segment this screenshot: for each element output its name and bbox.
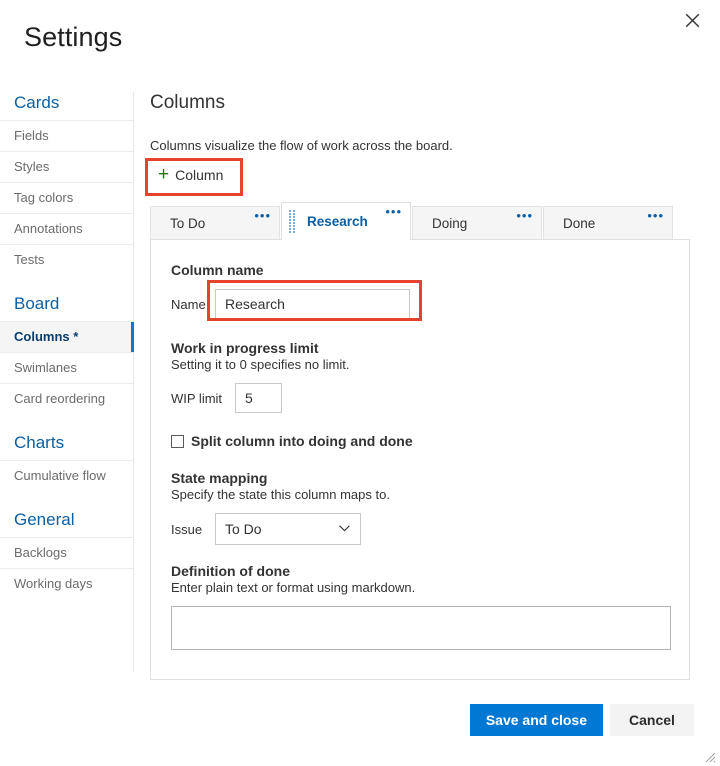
tab-label: Done — [563, 216, 596, 231]
sidebar-divider-2 — [0, 414, 133, 430]
sidebar-item-swimlanes[interactable]: Swimlanes — [0, 352, 133, 383]
tab-label: To Do — [170, 216, 206, 231]
sidebar-item-tag-colors[interactable]: Tag colors — [0, 182, 133, 213]
definition-of-done-subtitle: Enter plain text or format using markdow… — [171, 580, 416, 595]
sidebar-item-styles[interactable]: Styles — [0, 151, 133, 182]
definition-of-done-textarea[interactable] — [171, 606, 671, 650]
wip-limit-input[interactable] — [235, 383, 282, 413]
tab-menu-icon[interactable]: ••• — [385, 205, 402, 218]
wip-title: Work in progress limit — [171, 340, 319, 356]
save-and-close-button[interactable]: Save and close — [469, 704, 603, 736]
close-icon[interactable] — [677, 5, 707, 35]
section-heading: Columns — [150, 92, 225, 113]
definition-of-done-title: Definition of done — [171, 563, 290, 579]
split-column-checkbox[interactable] — [171, 434, 184, 448]
sidebar-item-backlogs[interactable]: Backlogs — [0, 537, 133, 568]
sidebar-item-working-days[interactable]: Working days — [0, 568, 133, 599]
state-mapping-title: State mapping — [171, 470, 268, 486]
plus-icon: + — [158, 164, 170, 185]
sidebar-group-cards: Cards — [14, 93, 60, 112]
tab-menu-icon[interactable]: ••• — [516, 209, 533, 222]
resize-grip-icon[interactable] — [703, 750, 716, 763]
issue-state-select[interactable]: To Do — [215, 513, 361, 545]
settings-dialog: Settings Cards Fields Styles Tag colors … — [0, 0, 720, 766]
sidebar-group-charts: Charts — [14, 433, 65, 452]
sidebar-item-annotations[interactable]: Annotations — [0, 213, 133, 244]
sidebar-item-tests[interactable]: Tests — [0, 244, 133, 275]
add-column-wrapper: + Column — [145, 158, 243, 196]
split-column-row[interactable]: Split column into doing and done — [171, 433, 669, 449]
column-tabs: To Do ••• Research ••• Doing ••• Done ••… — [150, 202, 695, 240]
sidebar-item-cumulative-flow[interactable]: Cumulative flow — [0, 460, 133, 491]
drag-handle-icon[interactable] — [289, 210, 298, 234]
column-name-label: Name — [171, 296, 206, 312]
issue-state-value: To Do — [225, 521, 262, 537]
wip-label: WIP limit — [171, 390, 223, 406]
column-name-input-wrapper — [207, 280, 422, 321]
add-column-button[interactable]: + Column — [150, 162, 236, 188]
column-name-title: Column name — [171, 262, 264, 278]
state-mapping-row: Issue To Do — [171, 513, 669, 545]
chevron-down-icon — [339, 525, 350, 532]
sidebar-item-columns[interactable]: Columns * — [0, 321, 134, 352]
section-description: Columns visualize the flow of work acros… — [150, 138, 453, 153]
sidebar-item-fields[interactable]: Fields — [0, 120, 133, 151]
column-settings-panel: Column name Name Work in progress limit … — [150, 239, 690, 680]
sidebar-group-general: General — [14, 510, 75, 529]
wip-subtitle: Setting it to 0 specifies no limit. — [171, 357, 350, 372]
tab-research[interactable]: Research ••• — [281, 202, 411, 240]
column-name-input[interactable] — [215, 289, 410, 319]
settings-main: Columns Columns visualize the flow of wo… — [145, 92, 695, 680]
cancel-button[interactable]: Cancel — [610, 704, 694, 736]
state-mapping-subtitle: Specify the state this column maps to. — [171, 487, 390, 502]
dialog-footer: Save and close Cancel — [469, 704, 694, 736]
settings-sidebar: Cards Fields Styles Tag colors Annotatio… — [0, 92, 134, 672]
sidebar-divider-3 — [0, 491, 133, 507]
page-title: Settings — [24, 22, 123, 52]
split-column-label: Split column into doing and done — [191, 433, 413, 449]
tab-done[interactable]: Done ••• — [543, 206, 673, 240]
sidebar-divider-1 — [0, 275, 133, 291]
sidebar-item-card-reordering[interactable]: Card reordering — [0, 383, 133, 414]
add-column-label: Column — [175, 167, 224, 183]
tab-to-do[interactable]: To Do ••• — [150, 206, 280, 240]
tab-menu-icon[interactable]: ••• — [647, 209, 664, 222]
tab-menu-icon[interactable]: ••• — [254, 209, 271, 222]
tab-label: Doing — [432, 216, 468, 231]
issue-label: Issue — [171, 521, 203, 537]
column-name-row: Name — [171, 280, 669, 321]
tab-doing[interactable]: Doing ••• — [412, 206, 542, 240]
sidebar-group-board: Board — [14, 294, 60, 313]
wip-row: WIP limit — [171, 383, 669, 413]
